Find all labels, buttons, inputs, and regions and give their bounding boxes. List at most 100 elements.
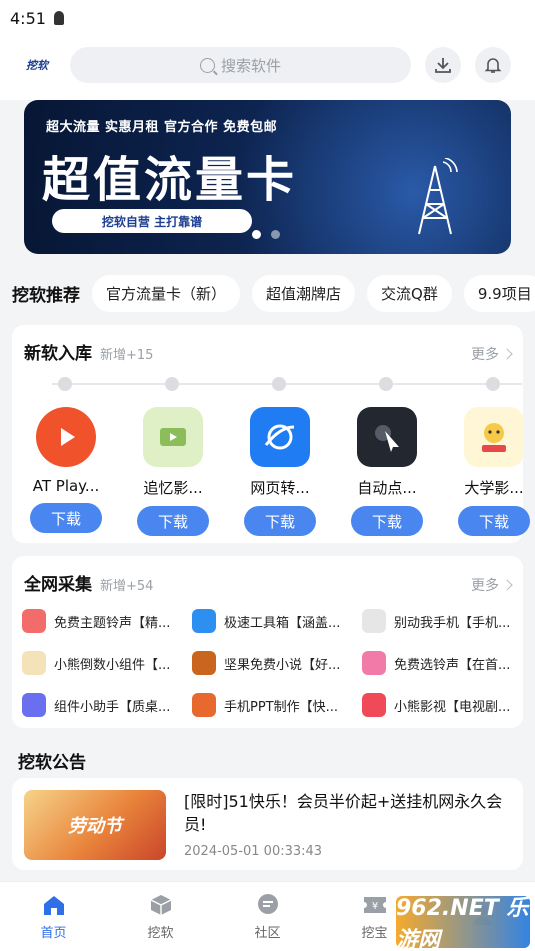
collection-item[interactable]: 小熊倒数小组件【... bbox=[22, 650, 192, 676]
collection-item-label: 小熊倒数小组件【... bbox=[54, 657, 171, 673]
timeline-line bbox=[52, 383, 522, 385]
tab-home[interactable]: 首页 bbox=[0, 882, 107, 951]
status-time: 4:51 bbox=[10, 8, 46, 28]
recommend-chip[interactable]: 超值潮牌店 bbox=[252, 274, 356, 312]
pagination-dot[interactable] bbox=[252, 230, 261, 239]
ringtone-icon bbox=[362, 651, 386, 675]
download-app-button[interactable]: 下载 bbox=[137, 506, 209, 536]
collection-item[interactable]: 别动我手机【手机... bbox=[362, 608, 522, 634]
notice-text: [限时]51快乐！会员半价起+送挂机网永久会员! bbox=[184, 792, 503, 834]
download-app-button[interactable]: 下载 bbox=[244, 506, 316, 536]
download-button[interactable] bbox=[425, 47, 461, 83]
recommend-row: 挖软推荐 官方流量卡（新） 超值潮牌店 交流Q群 9.9项目 bbox=[0, 270, 535, 316]
collection-item-label: 极速工具箱【涵盖... bbox=[224, 615, 341, 631]
app-item[interactable]: 追忆影... 下载 bbox=[125, 407, 221, 536]
timeline-dot bbox=[272, 377, 286, 391]
more-link[interactable]: 更多 bbox=[471, 344, 513, 364]
college-icon bbox=[464, 407, 524, 467]
ppt-icon bbox=[192, 693, 216, 717]
more-link[interactable]: 更多 bbox=[471, 575, 513, 595]
recommend-chip[interactable]: 9.9项目 bbox=[463, 274, 535, 312]
widget-icon bbox=[22, 693, 46, 717]
timeline-dot bbox=[486, 377, 500, 391]
chevron-right-icon bbox=[501, 348, 513, 360]
hourglass-icon bbox=[22, 651, 46, 675]
tab-label: 社区 bbox=[254, 926, 281, 941]
tab-community[interactable]: 社区 bbox=[214, 882, 321, 951]
site-watermark: 962.NET 乐游网 bbox=[396, 896, 530, 951]
search-placeholder: 搜索软件 bbox=[220, 56, 281, 75]
app-item[interactable]: 网页转... 下载 bbox=[232, 407, 328, 536]
phone-lock-icon bbox=[362, 609, 386, 633]
collection-item-label: 坚果免费小说【好... bbox=[224, 657, 341, 673]
chevron-right-icon bbox=[501, 579, 513, 591]
collection-item[interactable]: 极速工具箱【涵盖... bbox=[192, 608, 362, 634]
app-item[interactable]: AT Play... 下载 bbox=[18, 407, 114, 533]
timeline-dot bbox=[379, 377, 393, 391]
app-name: 自动点... bbox=[357, 479, 417, 497]
tab-label: 挖软 bbox=[147, 926, 174, 941]
box-icon bbox=[148, 892, 174, 918]
bell-icon bbox=[484, 58, 502, 73]
novel-icon bbox=[192, 651, 216, 675]
collection-item[interactable]: 坚果免费小说【好... bbox=[192, 650, 362, 676]
signal-tower-icon bbox=[418, 158, 458, 235]
notice-section-title: 挖软公告 bbox=[18, 753, 86, 773]
collection-item-label: 手机PPT制作【快... bbox=[224, 699, 339, 715]
app-item[interactable]: 自动点... 下载 bbox=[339, 407, 435, 536]
banner-subtitle: 超大流量 实惠月租 官方合作 免费包邮 bbox=[46, 120, 278, 135]
recommend-chip[interactable]: 交流Q群 bbox=[367, 274, 452, 312]
banner-title: 超值流量卡 bbox=[42, 152, 298, 208]
recommend-chip[interactable]: 官方流量卡（新） bbox=[92, 274, 241, 312]
collection-item-label: 免费主题铃声【精... bbox=[54, 615, 171, 631]
banner-tag: 挖软自营 主打靠谱 bbox=[52, 209, 252, 233]
search-input[interactable]: 搜索软件 bbox=[70, 47, 411, 83]
collection-item-label: 别动我手机【手机... bbox=[394, 615, 511, 631]
notice-card[interactable]: 劳动节 [限时]51快乐！会员半价起+送挂机网永久会员! 2024-05-01 … bbox=[12, 778, 523, 870]
tap-icon bbox=[357, 407, 417, 467]
collection-grid: 免费主题铃声【精... 极速工具箱【涵盖... 别动我手机【手机... 小熊倒数… bbox=[22, 608, 522, 718]
collection-card: 全网采集 新增+54 更多 免费主题铃声【精... 极速工具箱【涵盖... 别动… bbox=[12, 556, 523, 728]
collection-item[interactable]: 组件小助手【质桌... bbox=[22, 692, 192, 718]
top-header: 挖软 搜索软件 bbox=[0, 30, 535, 100]
notice-image: 劳动节 bbox=[24, 790, 166, 860]
ticket-icon: ¥ bbox=[362, 892, 388, 918]
download-app-button[interactable]: 下载 bbox=[458, 506, 530, 536]
svg-text:¥: ¥ bbox=[371, 901, 377, 912]
toolbox-icon bbox=[192, 609, 216, 633]
tab-label: 挖宝 bbox=[361, 926, 388, 941]
download-app-button[interactable]: 下载 bbox=[30, 503, 102, 533]
film-icon bbox=[143, 407, 203, 467]
download-app-button[interactable]: 下载 bbox=[351, 506, 423, 536]
app-item[interactable]: 大学影... 下载 bbox=[446, 407, 535, 536]
app-name: 网页转... bbox=[250, 479, 310, 497]
collection-item-label: 组件小助手【质桌... bbox=[54, 699, 171, 715]
collection-item[interactable]: 免费主题铃声【精... bbox=[22, 608, 192, 634]
tab-label: 首页 bbox=[40, 926, 67, 941]
collection-item-label: 免费选铃声【在首... bbox=[394, 657, 511, 673]
pagination-dot[interactable] bbox=[271, 230, 280, 239]
ringtone-theme-icon bbox=[22, 609, 46, 633]
timeline-dot bbox=[165, 377, 179, 391]
status-bar: 4:51 bbox=[0, 0, 535, 30]
bear-video-icon bbox=[362, 693, 386, 717]
app-name: 大学影... bbox=[464, 479, 524, 497]
download-icon bbox=[435, 58, 451, 73]
collection-item[interactable]: 免费选铃声【在首... bbox=[362, 650, 522, 676]
collection-item[interactable]: 手机PPT制作【快... bbox=[192, 692, 362, 718]
home-icon bbox=[41, 892, 67, 918]
search-icon bbox=[199, 57, 215, 73]
app-name: 追忆影... bbox=[143, 479, 203, 497]
notification-button[interactable] bbox=[475, 47, 511, 83]
app-logo: 挖软 bbox=[26, 59, 48, 72]
tab-wa[interactable]: 挖软 bbox=[107, 882, 214, 951]
collection-item[interactable]: 小熊影视【电视剧... bbox=[362, 692, 522, 718]
lock-icon bbox=[53, 11, 64, 25]
notice-time: 2024-05-01 00:33:43 bbox=[184, 844, 323, 859]
chat-icon bbox=[255, 892, 281, 918]
card-count: 新增+15 bbox=[100, 348, 154, 363]
timeline-dot bbox=[58, 377, 72, 391]
card-title: 全网采集 bbox=[24, 575, 92, 595]
app-name: AT Play... bbox=[32, 477, 100, 495]
promo-banner[interactable]: 超大流量 实惠月租 官方合作 免费包邮 超值流量卡 挖软自营 主打靠谱 bbox=[24, 100, 511, 254]
